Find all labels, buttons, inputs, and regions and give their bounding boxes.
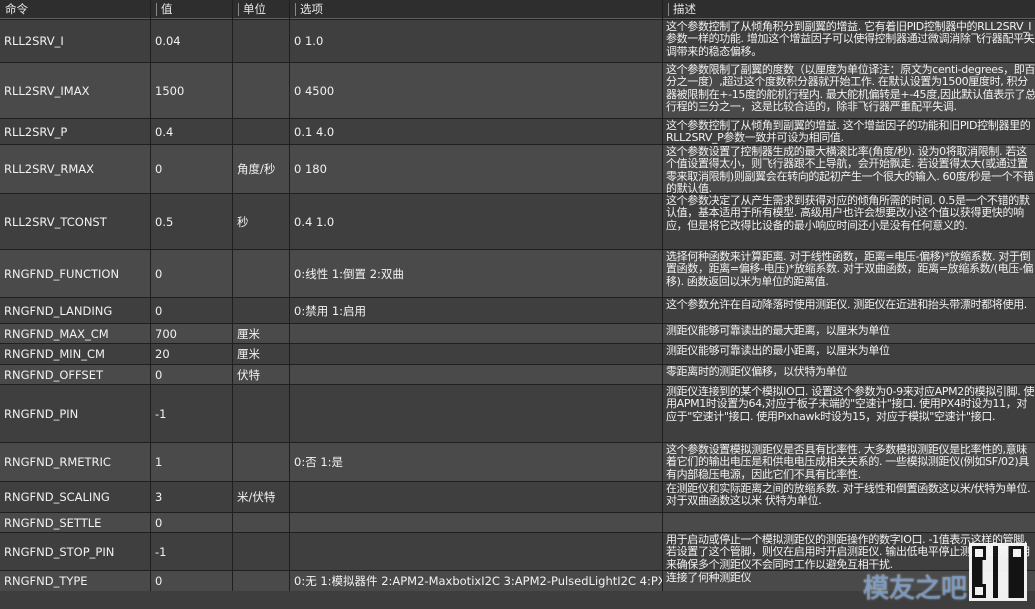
param-name-cell: RNGFND_LANDING [0,298,150,323]
param-value-cell[interactable]: 0.04 [151,20,232,62]
param-value-cell[interactable]: 1500 [151,63,232,118]
param-unit-cell [233,63,289,118]
column-divider[interactable] [295,2,296,16]
param-unit-cell: 厘米 [233,324,289,343]
param-value-cell[interactable]: 0 [151,571,232,591]
param-description-cell: 这个参数限制了副翼的度数（以厘度为单位译注：原文为centi-degrees，即… [663,63,1035,118]
qr-code-icon [969,543,1027,601]
param-options-cell: 0:否 1:是 [290,443,662,481]
param-value-cell[interactable]: 0.5 [151,194,232,249]
param-name-cell: RNGFND_MAX_CM [0,324,150,343]
param-description-cell: 在测距仪和实际距离之间的放缩系数. 对于线性和倒置函数这以米/伏特为单位. 对于… [663,482,1035,512]
param-unit-cell: 厘米 [233,344,289,364]
header-label: 命令 [5,2,28,16]
column-divider[interactable] [668,2,669,16]
param-name-cell: RNGFND_MIN_CM [0,344,150,364]
param-description-cell: 这个参数决定了从产生需求到获得对应的倾角所需的时间. 0.5是一个不错的默认值，… [663,194,1035,249]
param-name-cell: RNGFND_PIN [0,385,150,442]
param-unit-cell: 角度/秒 [233,145,289,193]
parameter-table: 命令 值 单位 选项 描述 RLL2SRV_I 0.04 0 1.0 这个参数控制了从… [0,0,1035,591]
param-options-cell: 0 180 [290,145,662,193]
header-label: 单位 [243,2,266,16]
param-options-cell: 0:无 1:模拟器件 2:APM2-MaxbotixI2C 3:APM2-Pul… [290,571,662,591]
param-options-cell: 0 1.0 [290,20,662,62]
param-options-cell [290,365,662,384]
param-description-cell: 这个参数控制了从倾角积分到副翼的增益. 它有着旧PID控制器中的RLL2SRV_… [663,20,1035,62]
param-value-cell[interactable]: 0 [151,365,232,384]
param-value-cell[interactable]: 0 [151,513,232,532]
param-options-cell [290,324,662,343]
param-unit-cell [233,443,289,481]
param-value-cell[interactable]: 0.4 [151,119,232,144]
param-unit-cell [233,533,289,570]
param-options-cell: 0.4 1.0 [290,194,662,249]
header-options[interactable]: 选项 [290,0,662,19]
param-name-cell: RNGFND_FUNCTION [0,250,150,297]
param-unit-cell: 伏特 [233,365,289,384]
param-options-cell: 0 4500 [290,63,662,118]
param-value-cell[interactable]: 3 [151,482,232,512]
param-value-cell[interactable]: 0 [151,250,232,297]
param-description-cell: 零距离时的测距仪偏移，以伏特为单位 [663,365,1035,384]
param-options-cell [290,533,662,570]
param-options-cell: 0.1 4.0 [290,119,662,144]
param-description-cell: 选择何种函数来计算距离. 对于线性函数，距离=电压-偏移)*放缩系数. 对于倒置… [663,250,1035,297]
column-divider[interactable] [238,2,239,16]
param-unit-cell: 秒 [233,194,289,249]
param-options-cell [290,513,662,532]
param-unit-cell [233,298,289,323]
param-unit-cell [233,513,289,532]
param-description-cell: 这个参数设置了控制器生成的最大横滚比率(角度/秒). 设为0将取消限制. 若这个… [663,145,1035,193]
param-value-cell[interactable]: -1 [151,385,232,442]
column-divider[interactable] [156,2,157,16]
param-name-cell: RNGFND_OFFSET [0,365,150,384]
param-unit-cell [233,385,289,442]
param-name-cell: RLL2SRV_RMAX [0,145,150,193]
param-name-cell: RLL2SRV_I [0,20,150,62]
param-description-cell: 测距仪能够可靠读出的最小距离，以厘米为单位 [663,344,1035,364]
param-unit-cell: 米/伏特 [233,482,289,512]
param-description-cell: 这个参数控制了从倾角到副翼的增益. 这个增益因子的功能和旧PID控制器里的RLL… [663,119,1035,144]
param-description-cell [663,513,1035,532]
param-value-cell[interactable]: 0 [151,145,232,193]
header-value[interactable]: 值 [151,0,232,19]
param-unit-cell [233,20,289,62]
param-name-cell: RNGFND_RMETRIC [0,443,150,481]
param-options-cell: 0:线性 1:倒置 2:双曲 [290,250,662,297]
param-description-cell: 这个参数设置模拟测距仪是否具有比率性. 大多数模拟测距仪是比率性的,意味着它们的… [663,443,1035,481]
param-name-cell: RNGFND_STOP_PIN [0,533,150,570]
param-name-cell: RNGFND_TYPE [0,571,150,591]
param-name-cell: RNGFND_SCALING [0,482,150,512]
param-name-cell: RNGFND_SETTLE [0,513,150,532]
param-name-cell: RLL2SRV_TCONST [0,194,150,249]
param-options-cell [290,385,662,442]
header-description[interactable]: 描述 [663,0,1035,19]
param-unit-cell [233,571,289,591]
param-name-cell: RLL2SRV_IMAX [0,63,150,118]
header-label: 选项 [300,2,323,16]
header-label: 描述 [673,2,696,16]
header-unit[interactable]: 单位 [233,0,289,19]
param-value-cell[interactable]: 0 [151,298,232,323]
param-description-cell: 测距仪连接到的某个模拟IO口. 设置这个参数为0-9来对应APM2的模拟引脚. … [663,385,1035,442]
param-name-cell: RLL2SRV_P [0,119,150,144]
param-value-cell[interactable]: -1 [151,533,232,570]
param-options-cell [290,482,662,512]
header-label: 值 [161,2,173,16]
param-options-cell [290,344,662,364]
param-description-cell: 这个参数允许在自动降落时使用测距仪. 测距仪在近进和抬头带漂时都将使用. [663,298,1035,323]
param-value-cell[interactable]: 700 [151,324,232,343]
header-command[interactable]: 命令 [0,0,150,19]
param-description-cell: 测距仪能够可靠读出的最大距离，以厘米为单位 [663,324,1035,343]
param-options-cell: 0:禁用 1:启用 [290,298,662,323]
param-value-cell[interactable]: 20 [151,344,232,364]
param-unit-cell [233,250,289,297]
param-value-cell[interactable]: 1 [151,443,232,481]
param-unit-cell [233,119,289,144]
